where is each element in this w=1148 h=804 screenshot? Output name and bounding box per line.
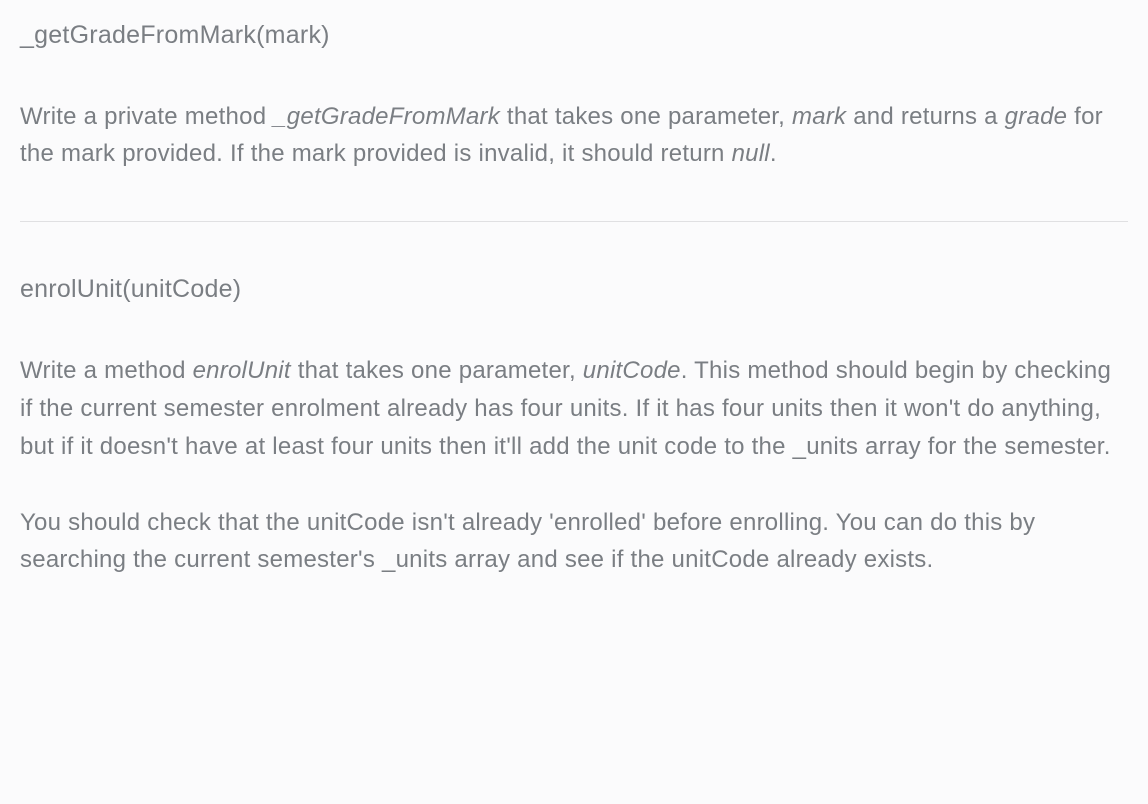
param-name-italic: mark (792, 103, 846, 130)
method-signature: enrolUnit(unitCode) (20, 270, 1128, 310)
text-fragment: Write a method (20, 357, 193, 384)
method-description: Write a private method _getGradeFromMark… (20, 98, 1128, 174)
param-name-italic: unitCode (583, 357, 681, 384)
text-fragment: and returns a (846, 103, 1004, 130)
method-description-p1: Write a method enrolUnit that takes one … (20, 352, 1128, 466)
text-fragment: that takes one parameter, (291, 357, 583, 384)
null-italic: null (732, 140, 770, 167)
section-divider (20, 221, 1128, 222)
method-description-p2: You should check that the unitCode isn't… (20, 504, 1128, 580)
method-signature: _getGradeFromMark(mark) (20, 16, 1128, 56)
text-fragment: . (770, 140, 777, 167)
text-fragment: Write a private method (20, 103, 273, 130)
text-fragment: that takes one parameter, (500, 103, 792, 130)
method-name-italic: _getGradeFromMark (273, 103, 500, 130)
method-section-1: _getGradeFromMark(mark) Write a private … (20, 16, 1128, 173)
method-name-italic: enrolUnit (193, 357, 291, 384)
method-section-2: enrolUnit(unitCode) Write a method enrol… (20, 270, 1128, 579)
return-name-italic: grade (1005, 103, 1068, 130)
